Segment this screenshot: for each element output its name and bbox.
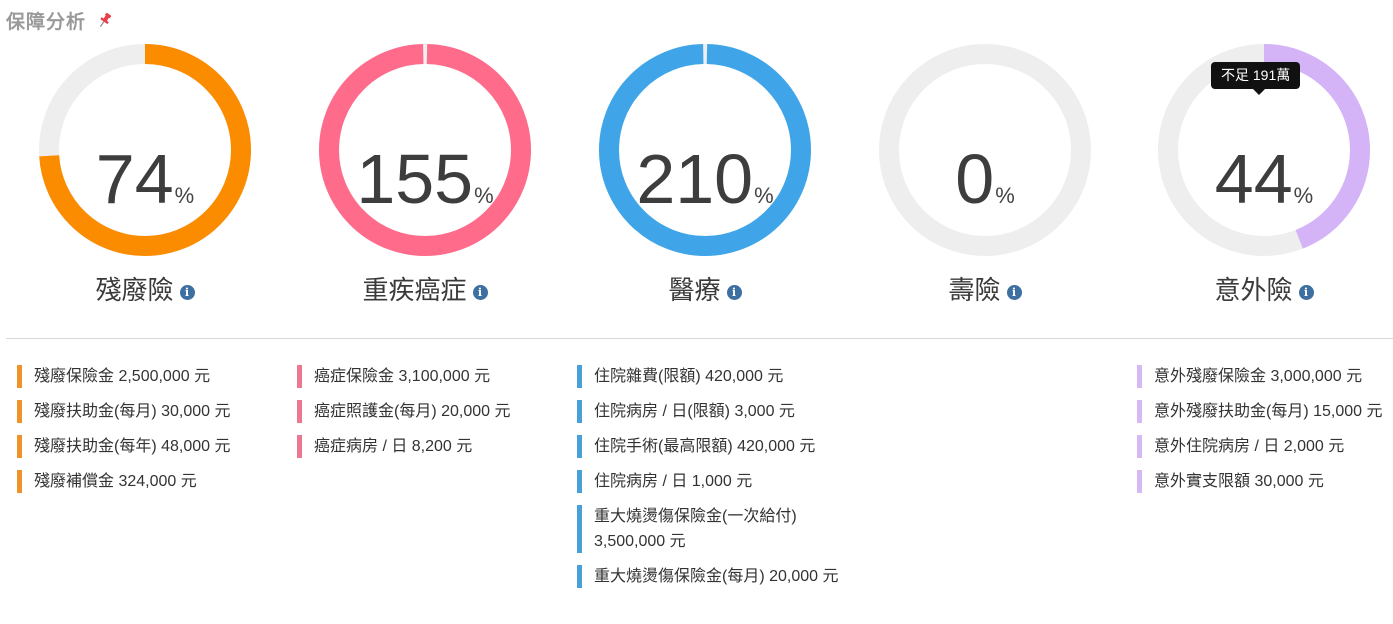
color-bar: [17, 470, 22, 493]
coverage-item: 住院病房 / 日(限額) 3,000 元: [577, 399, 847, 424]
color-bar: [17, 435, 22, 458]
gauge-unit: %: [174, 183, 195, 208]
gauge-label-text: 殘廢險: [95, 275, 174, 305]
coverage-item-text: 住院病房 / 日(限額) 3,000 元: [594, 403, 795, 420]
detail-list-medical: 住院雜費(限額) 420,000 元住院病房 / 日(限額) 3,000 元住院…: [577, 364, 847, 599]
gauge-value: 44%: [1154, 144, 1374, 214]
coverage-item-text: 意外殘廢保險金 3,000,000 元: [1154, 368, 1363, 385]
gauge-label: 壽險 i: [875, 270, 1095, 307]
info-icon[interactable]: i: [179, 285, 195, 300]
info-icon[interactable]: i: [726, 285, 742, 300]
coverage-item: 住院病房 / 日 1,000 元: [577, 469, 847, 494]
coverage-item: 殘廢補償金 324,000 元: [17, 469, 287, 494]
gauge-unit: %: [995, 183, 1015, 208]
gauge-number: 210: [636, 140, 754, 218]
gauge-label-text: 壽險: [948, 275, 1001, 305]
gauge-label-text: 意外險: [1214, 275, 1293, 305]
gauge-value: 155%: [315, 144, 535, 214]
coverage-item: 殘廢保險金 2,500,000 元: [17, 364, 287, 389]
coverage-item-text: 重大燒燙傷保險金(一次給付) 3,500,000 元: [594, 508, 797, 550]
gauge-label: 醫療 i: [595, 270, 815, 307]
divider: [6, 338, 1393, 339]
coverage-gauges: 74% 殘廢險 i 155% 重疾癌症 i 210% 醫療 i 0% 壽險 i 44%: [0, 0, 1393, 330]
coverage-item-text: 殘廢扶助金(每月) 30,000 元: [34, 403, 231, 420]
gauge-unit: %: [474, 183, 494, 208]
color-bar: [1137, 470, 1142, 493]
coverage-item-text: 意外住院病房 / 日 2,000 元: [1154, 438, 1345, 455]
coverage-item: 癌症病房 / 日 8,200 元: [297, 434, 567, 459]
color-bar: [577, 470, 582, 493]
color-bar: [1137, 365, 1142, 388]
gauge-label: 重疾癌症 i: [315, 270, 535, 307]
coverage-item-text: 殘廢保險金 2,500,000 元: [34, 368, 211, 385]
coverage-item: 殘廢扶助金(每年) 48,000 元: [17, 434, 287, 459]
color-bar: [577, 505, 582, 553]
coverage-item-text: 住院雜費(限額) 420,000 元: [594, 368, 784, 385]
gauge-value: 210%: [595, 144, 815, 214]
gauge-number: 155: [356, 140, 474, 218]
color-bar: [17, 400, 22, 423]
detail-list-disability: 殘廢保險金 2,500,000 元殘廢扶助金(每月) 30,000 元殘廢扶助金…: [17, 364, 287, 504]
info-icon[interactable]: i: [472, 285, 488, 300]
gauge-medical[interactable]: 210% 醫療 i: [595, 40, 815, 330]
coverage-item: 意外殘廢扶助金(每月) 15,000 元: [1137, 399, 1387, 424]
gauge-unit: %: [754, 183, 774, 208]
coverage-item-text: 意外殘廢扶助金(每月) 15,000 元: [1154, 403, 1383, 420]
gauge-disability[interactable]: 74% 殘廢險 i: [35, 40, 255, 330]
color-bar: [297, 400, 302, 423]
gauge-unit: %: [1293, 183, 1314, 208]
gauge-number: 44: [1214, 140, 1293, 218]
coverage-item-text: 癌症病房 / 日 8,200 元: [314, 438, 473, 455]
coverage-item: 意外殘廢保險金 3,000,000 元: [1137, 364, 1387, 389]
gauge-value: 0%: [875, 144, 1095, 214]
detail-list-cancer: 癌症保險金 3,100,000 元癌症照護金(每月) 20,000 元癌症病房 …: [297, 364, 567, 469]
coverage-item: 意外住院病房 / 日 2,000 元: [1137, 434, 1387, 459]
coverage-item-text: 癌症保險金 3,100,000 元: [314, 368, 491, 385]
coverage-item-text: 意外實支限額 30,000 元: [1154, 473, 1324, 490]
coverage-item-text: 住院手術(最高限額) 420,000 元: [594, 438, 816, 455]
color-bar: [1137, 400, 1142, 423]
color-bar: [577, 435, 582, 458]
coverage-item: 意外實支限額 30,000 元: [1137, 469, 1387, 494]
coverage-item-text: 癌症照護金(每月) 20,000 元: [314, 403, 511, 420]
coverage-item: 住院手術(最高限額) 420,000 元: [577, 434, 847, 459]
color-bar: [577, 565, 582, 588]
gauge-number: 0: [955, 140, 995, 218]
coverage-item-text: 住院病房 / 日 1,000 元: [594, 473, 753, 490]
coverage-item: 癌症照護金(每月) 20,000 元: [297, 399, 567, 424]
info-icon[interactable]: i: [1298, 285, 1314, 300]
color-bar: [577, 365, 582, 388]
gauge-label: 意外險 i: [1154, 270, 1374, 307]
coverage-item-text: 重大燒燙傷保險金(每月) 20,000 元: [594, 568, 839, 585]
info-icon[interactable]: i: [1006, 285, 1022, 300]
detail-list-accident: 意外殘廢保險金 3,000,000 元意外殘廢扶助金(每月) 15,000 元意…: [1137, 364, 1387, 504]
coverage-item: 殘廢扶助金(每月) 30,000 元: [17, 399, 287, 424]
gauge-life[interactable]: 0% 壽險 i: [875, 40, 1095, 330]
color-bar: [297, 365, 302, 388]
gauge-value: 74%: [35, 144, 255, 214]
gauge-cancer[interactable]: 155% 重疾癌症 i: [315, 40, 535, 330]
gauge-label-text: 醫療: [668, 275, 721, 305]
gauge-label: 殘廢險 i: [35, 270, 255, 307]
coverage-item-text: 殘廢補償金 324,000 元: [34, 473, 197, 490]
coverage-item: 重大燒燙傷保險金(一次給付) 3,500,000 元: [577, 504, 847, 554]
coverage-item-text: 殘廢扶助金(每年) 48,000 元: [34, 438, 231, 455]
color-bar: [297, 435, 302, 458]
gauge-label-text: 重疾癌症: [362, 275, 467, 305]
coverage-item: 重大燒燙傷保險金(每月) 20,000 元: [577, 564, 847, 589]
shortfall-tooltip: 不足 191萬: [1211, 62, 1301, 95]
color-bar: [577, 400, 582, 423]
color-bar: [1137, 435, 1142, 458]
color-bar: [17, 365, 22, 388]
coverage-item: 住院雜費(限額) 420,000 元: [577, 364, 847, 389]
coverage-item: 癌症保險金 3,100,000 元: [297, 364, 567, 389]
gauge-number: 74: [95, 140, 174, 218]
